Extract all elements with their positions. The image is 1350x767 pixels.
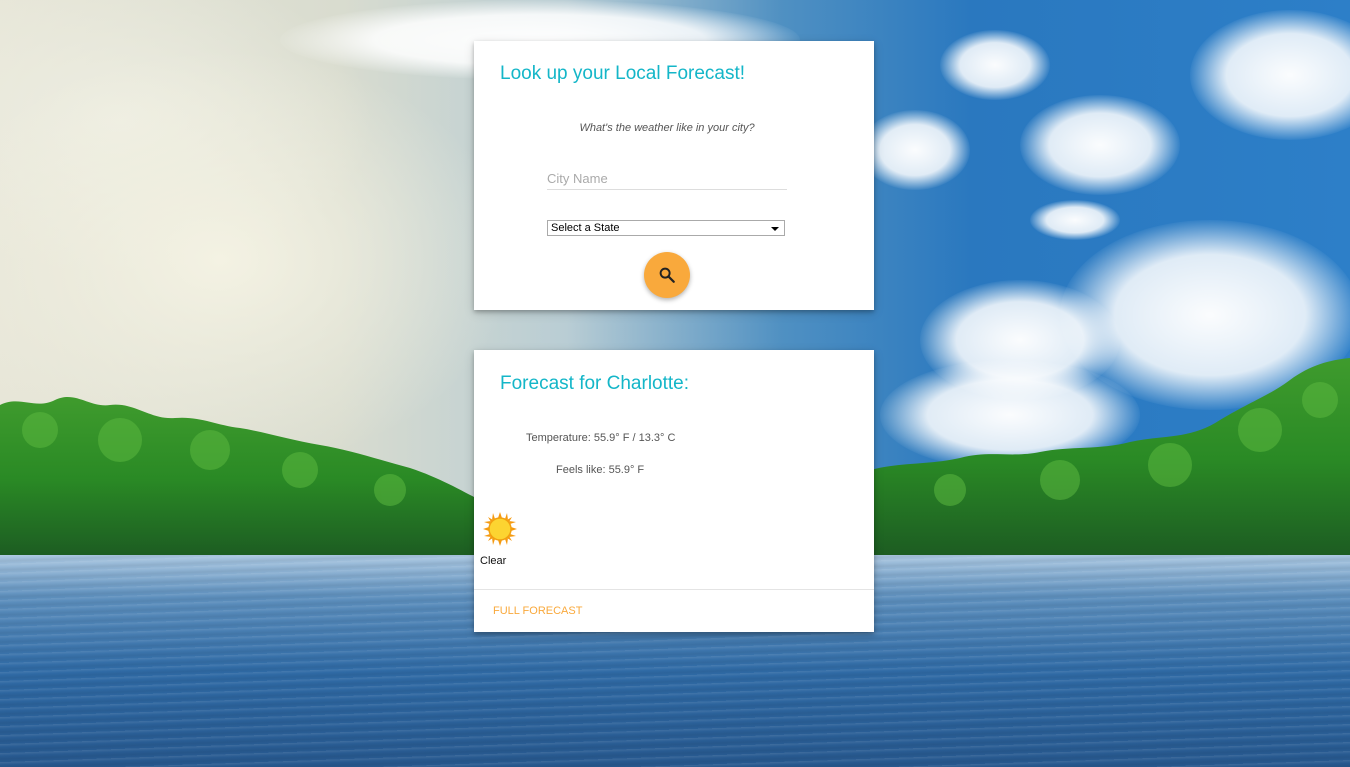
cloud xyxy=(1030,200,1120,240)
temperature-text: Temperature: 55.9° F / 13.3° C xyxy=(526,432,676,444)
cloud xyxy=(860,110,970,190)
feels-like-text: Feels like: 55.9° F xyxy=(556,464,645,476)
state-select[interactable]: Select a State xyxy=(547,220,785,236)
search-button[interactable] xyxy=(644,252,690,298)
full-forecast-link[interactable]: FULL FORECAST xyxy=(493,605,582,617)
search-card-title: Look up your Local Forecast! xyxy=(500,63,746,84)
forecast-card: Forecast for Charlotte: Temperature: 55.… xyxy=(474,350,874,632)
search-card: Look up your Local Forecast! What's the … xyxy=(474,41,874,310)
search-subtitle: What's the weather like in your city? xyxy=(579,122,755,134)
chevron-down-icon xyxy=(771,227,779,231)
card-divider xyxy=(474,589,874,590)
cloud xyxy=(1020,95,1180,195)
sun-icon xyxy=(483,512,517,546)
search-icon xyxy=(659,267,675,283)
forecast-card-title: Forecast for Charlotte: xyxy=(500,373,690,394)
state-select-value: Select a State xyxy=(551,222,620,234)
condition-text: Clear xyxy=(480,555,507,567)
city-name-input[interactable] xyxy=(547,167,787,190)
cloud xyxy=(940,30,1050,100)
